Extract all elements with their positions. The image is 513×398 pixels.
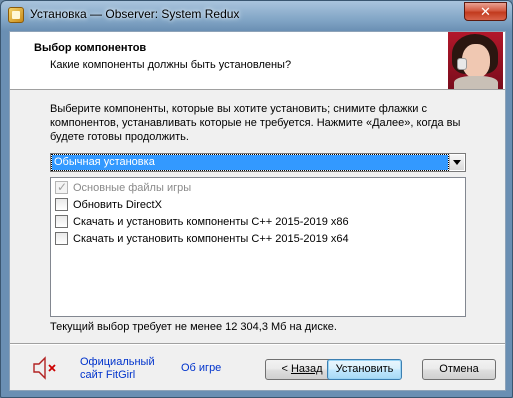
close-icon: ✕ — [480, 4, 491, 19]
page-subtitle: Какие компоненты должны быть установлены… — [50, 59, 292, 71]
component-checkbox-cpp-x86[interactable] — [55, 214, 68, 228]
window-title: Установка — Observer: System Redux — [30, 7, 240, 21]
fitgirl-site-link[interactable]: Официальный сайт FitGirl — [80, 356, 155, 382]
install-button[interactable]: Установить — [327, 359, 402, 380]
page-title: Выбор компонентов — [34, 42, 147, 54]
header-portrait-image — [448, 32, 503, 89]
component-item-cpp-x64[interactable]: Скачать и установить компоненты C++ 2015… — [55, 231, 349, 247]
component-label: Основные файлы игры — [73, 182, 192, 194]
component-checkbox-cpp-x64[interactable] — [55, 231, 68, 245]
about-game-link[interactable]: Об игре — [181, 362, 221, 375]
component-item-cpp-x86[interactable]: Скачать и установить компоненты C++ 2015… — [55, 214, 349, 230]
component-checkbox-directx[interactable] — [55, 197, 68, 211]
component-label: Скачать и установить компоненты C++ 2015… — [73, 233, 349, 245]
component-label: Скачать и установить компоненты C++ 2015… — [73, 216, 349, 228]
title-bar[interactable]: Установка — Observer: System Redux ✕ — [1, 1, 512, 31]
cancel-button[interactable]: Отмена — [422, 359, 496, 380]
chevron-down-icon[interactable] — [449, 155, 464, 170]
speaker-muted-icon[interactable] — [32, 355, 60, 381]
install-type-dropdown[interactable]: Обычная установка — [50, 153, 466, 172]
component-checkbox-core-files — [55, 179, 68, 195]
close-button[interactable]: ✕ — [464, 2, 507, 21]
disk-space-info: Текущий выбор требует не менее 12 304,3 … — [50, 321, 337, 333]
component-label: Обновить DirectX — [73, 199, 162, 211]
wizard-header: Выбор компонентов Какие компоненты должн… — [10, 32, 505, 90]
component-item-directx[interactable]: Обновить DirectX — [55, 197, 162, 213]
footer-divider — [10, 343, 505, 345]
component-item-core-files: Основные файлы игры — [55, 179, 192, 196]
wizard-page: Выбор компонентов Какие компоненты должн… — [9, 31, 506, 391]
installer-window: Установка — Observer: System Redux ✕ Выб… — [0, 0, 513, 398]
installer-app-icon — [8, 7, 24, 23]
components-description: Выберите компоненты, которые вы хотите у… — [50, 103, 461, 143]
components-list: Основные файлы игры Обновить DirectX Ска… — [50, 177, 466, 317]
install-type-selected: Обычная установка — [51, 154, 449, 171]
